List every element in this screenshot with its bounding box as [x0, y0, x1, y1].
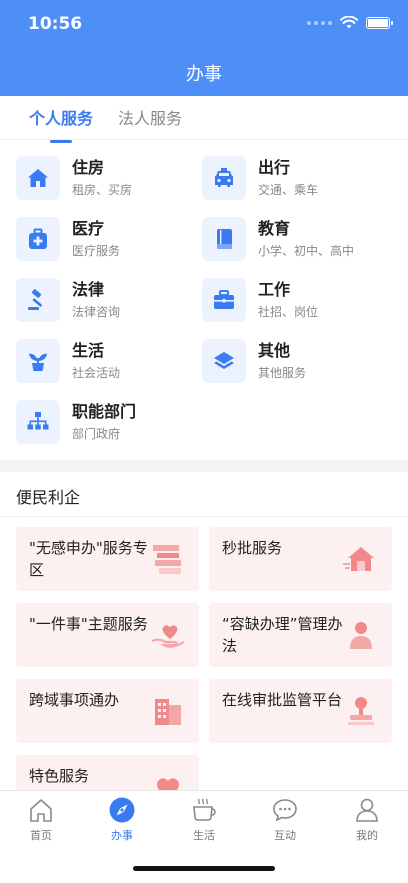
service-item-housing[interactable]: 住房 租房、买房	[16, 156, 132, 200]
service-title: 法律	[72, 280, 105, 299]
card-cross-region-service[interactable]: 跨域事项通办	[16, 679, 199, 743]
service-item-departments[interactable]: 职能部门 部门政府	[16, 400, 136, 444]
tabbar-item-interaction[interactable]: 互动	[255, 797, 315, 843]
wifi-icon	[340, 16, 358, 29]
compass-icon	[109, 797, 135, 823]
tabbar-label: 生活	[193, 829, 215, 842]
service-title: 教育	[258, 219, 291, 238]
gavel-icon	[16, 278, 60, 322]
chat-bubble-icon	[272, 797, 298, 823]
card-one-thing-service[interactable]: "一件事"主题服务	[16, 603, 199, 667]
service-subtitle: 法律咨询	[72, 305, 121, 319]
tab-legal-entity-service[interactable]: 法人服务	[118, 105, 182, 129]
tabbar-label: 首页	[30, 829, 52, 842]
divider	[0, 516, 408, 517]
service-item-travel[interactable]: 出行 交通、乘车	[202, 156, 318, 200]
plant-icon	[16, 339, 60, 383]
card-label: “容缺办理”管理办法	[222, 615, 343, 655]
house-icon	[16, 156, 60, 200]
service-title: 出行	[258, 158, 291, 177]
service-title: 其他	[258, 341, 291, 360]
service-item-law[interactable]: 法律 法律咨询	[16, 278, 120, 322]
home-icon	[28, 797, 54, 823]
card-label: 特色服务	[29, 767, 90, 785]
service-item-other[interactable]: 其他 其他服务	[202, 339, 306, 383]
service-item-work[interactable]: 工作 社招、岗位	[202, 278, 318, 322]
home-indicator	[133, 866, 275, 871]
signal-dots-icon	[307, 20, 332, 25]
coffee-cup-icon	[191, 797, 217, 823]
app-header: 10:56 办事	[0, 0, 408, 96]
book-icon	[202, 217, 246, 261]
card-label: 跨域事项通办	[29, 691, 120, 709]
layers-icon	[202, 339, 246, 383]
service-title: 职能部门	[72, 402, 137, 421]
section-divider	[0, 460, 408, 472]
status-indicators	[307, 16, 393, 29]
person-icon	[350, 622, 372, 649]
tabbar-item-home[interactable]: 首页	[11, 797, 71, 843]
service-item-education[interactable]: 教育 小学、初中、高中	[202, 217, 354, 261]
tab-active-indicator	[50, 140, 72, 143]
tabbar-item-life[interactable]: 生活	[174, 797, 234, 843]
card-label: 秒批服务	[222, 539, 283, 557]
tabbar-label: 我的	[356, 829, 378, 842]
car-icon	[202, 156, 246, 200]
service-item-medical[interactable]: 医疗 医疗服务	[16, 217, 120, 261]
tab-label: 个人服务	[29, 109, 94, 128]
briefcase-icon	[202, 278, 246, 322]
page-title: 办事	[186, 64, 222, 85]
card-instant-approval[interactable]: 秒批服务	[209, 527, 392, 591]
heart-hand-icon	[151, 625, 185, 648]
service-title: 住房	[72, 158, 105, 177]
tabbar-label: 办事	[111, 829, 133, 842]
service-subtitle: 医疗服务	[72, 244, 121, 258]
card-seamless-service[interactable]: "无感申办"服务专区	[16, 527, 199, 591]
service-subtitle: 其他服务	[258, 366, 307, 380]
card-fault-tolerant-handling[interactable]: “容缺办理”管理办法	[209, 603, 392, 667]
house-fast-icon	[343, 547, 374, 571]
service-subtitle: 租房、买房	[72, 183, 133, 197]
card-label: "一件事"主题服务	[29, 615, 148, 633]
status-time: 10:56	[28, 14, 83, 34]
org-chart-icon	[16, 400, 60, 444]
stamp-person-icon	[348, 697, 374, 725]
service-title: 工作	[258, 280, 291, 299]
service-subtitle: 社招、岗位	[258, 305, 319, 319]
card-online-approval-platform[interactable]: 在线审批监管平台	[209, 679, 392, 743]
tab-personal-service[interactable]: 个人服务	[29, 105, 94, 143]
battery-icon	[366, 16, 393, 29]
user-icon	[354, 797, 380, 823]
tabbar-label: 互动	[274, 829, 296, 842]
service-title: 医疗	[72, 219, 105, 238]
service-subtitle: 交通、乘车	[258, 183, 319, 197]
service-item-life[interactable]: 生活 社会活动	[16, 339, 120, 383]
stack-docs-icon	[153, 545, 181, 574]
card-label: 在线审批监管平台	[222, 691, 343, 709]
card-label: "无感申办"服务专区	[29, 539, 148, 579]
medical-kit-icon	[16, 217, 60, 261]
service-subtitle: 小学、初中、高中	[258, 244, 355, 258]
building-icon	[155, 699, 181, 725]
service-subtitle: 社会活动	[72, 366, 121, 380]
tabbar-item-mine[interactable]: 我的	[337, 797, 397, 843]
tabbar-item-affairs[interactable]: 办事	[92, 797, 152, 843]
convenience-section-title: 便民利企	[16, 488, 81, 507]
service-tabs: 个人服务 法人服务	[0, 96, 408, 143]
service-title: 生活	[72, 341, 105, 360]
service-subtitle: 部门政府	[72, 427, 121, 441]
